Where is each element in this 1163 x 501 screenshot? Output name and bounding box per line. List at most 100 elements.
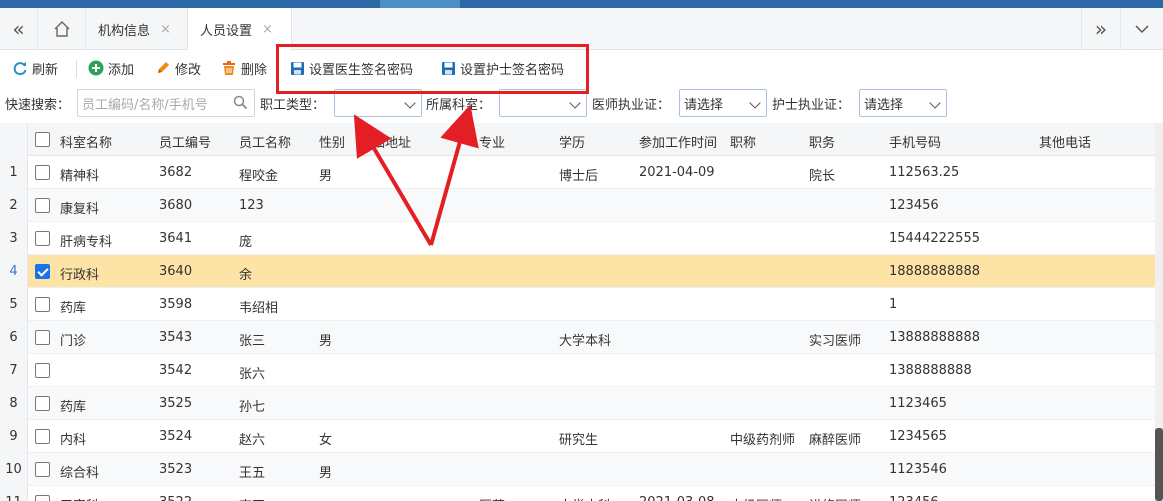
job-type-label: 职工类型： — [260, 98, 326, 113]
row-checkbox[interactable] — [35, 264, 50, 279]
delete-button[interactable]: 删除 — [221, 56, 267, 80]
col-header[interactable]: 性别 — [319, 132, 345, 151]
cell-id: 3598 — [159, 297, 193, 312]
table-row[interactable]: 1 精神科 3682 程咬金 男 博士后 2021-04-09 院长 112563.25 — [0, 156, 1155, 189]
col-header[interactable]: 参加工作时间 — [639, 132, 717, 151]
cell-name: 李四 — [239, 495, 265, 501]
tab-org-info[interactable]: 机构信息 × — [86, 8, 188, 50]
table-row[interactable]: 2 康复科 3680 123 123456 — [0, 189, 1155, 222]
top-bar-highlight — [380, 0, 460, 8]
doctor-cert-label: 医师执业证： — [592, 98, 671, 113]
col-header[interactable]: 其他电话 — [1039, 132, 1091, 151]
cell-id: 3523 — [159, 462, 193, 477]
col-header[interactable]: 学历 — [559, 132, 585, 151]
col-header[interactable]: 手机号码 — [889, 132, 941, 151]
delete-label: 删除 — [241, 62, 268, 78]
cell-phone: 123456 — [889, 495, 939, 501]
nurse-cert-select[interactable]: 请选择 — [859, 89, 947, 117]
select-all-checkbox[interactable] — [35, 132, 50, 147]
cell-dept: 肝病专科 — [60, 235, 113, 250]
cell-edu: 大学本科 — [559, 495, 611, 501]
row-checkbox[interactable] — [35, 429, 50, 444]
row-checkbox[interactable] — [35, 330, 50, 345]
cell-id: 3524 — [159, 429, 193, 444]
tabs-next-icon[interactable]: » — [1081, 8, 1121, 50]
app-top-bar — [0, 0, 1163, 8]
toolbar-divider — [76, 60, 77, 78]
row-checkbox[interactable] — [35, 495, 50, 501]
table-row[interactable]: 3 肝病专科 3641 庞 15444222555 — [0, 222, 1155, 255]
table-row[interactable]: 8 药库 3525 孙七 1123465 — [0, 387, 1155, 420]
col-header[interactable]: 职称 — [730, 132, 756, 151]
chevron-down-icon — [749, 97, 761, 109]
cell-phone: 1123465 — [889, 396, 947, 411]
col-header[interactable]: 专业 — [479, 132, 505, 151]
row-checkbox[interactable] — [35, 396, 50, 411]
col-header[interactable]: 员工名称 — [239, 132, 291, 151]
chevron-down-icon — [569, 97, 581, 109]
cell-phone: 1 — [889, 297, 898, 312]
cell-phone: 1388888888 — [889, 363, 972, 378]
table-row[interactable]: 7 3542 张六 1388888888 — [0, 354, 1155, 387]
cell-start: 2021-04-09 — [639, 165, 715, 180]
cell-title: 中级药剂师 — [730, 433, 796, 448]
col-header[interactable]: 科室名称 — [60, 132, 112, 151]
cell-name: 韦绍相 — [239, 301, 279, 316]
tabs-menu-chevron-icon[interactable] — [1121, 8, 1163, 50]
refresh-label: 刷新 — [32, 62, 59, 78]
row-checkbox[interactable] — [35, 462, 50, 477]
row-checkbox[interactable] — [35, 231, 50, 246]
cell-phone: 123456 — [889, 198, 939, 213]
add-button[interactable]: 添加 — [88, 56, 134, 80]
quick-search-label: 快速搜索： — [5, 98, 71, 113]
col-header[interactable]: 职务 — [809, 132, 835, 151]
row-checkbox[interactable] — [35, 363, 50, 378]
tabs-prev-icon[interactable]: « — [0, 8, 38, 50]
cell-name: 余 — [239, 268, 253, 283]
row-number: 5 — [0, 288, 28, 321]
tab-close-icon[interactable]: × — [160, 22, 171, 37]
search-icon[interactable] — [233, 95, 248, 114]
table-row[interactable]: 4 行政科 3640 余 18888888888 — [0, 255, 1155, 288]
vertical-scrollbar[interactable] — [1155, 123, 1163, 501]
doctor-cert-select[interactable]: 请选择 — [679, 89, 767, 117]
cell-phone: 112563.25 — [889, 165, 960, 180]
cell-post: 院长 — [809, 169, 836, 184]
cell-id: 3525 — [159, 396, 193, 411]
cell-name: 程咬金 — [239, 169, 279, 184]
search-input[interactable]: 员工编码/名称/手机号 — [77, 89, 255, 117]
edit-button[interactable]: 修改 — [155, 56, 201, 80]
row-checkbox[interactable] — [35, 297, 50, 312]
row-number-header — [0, 123, 28, 156]
cell-phone: 15444222555 — [889, 231, 980, 246]
table-row[interactable]: 6 门诊 3543 张三 男 大学本科 实习医师 13888888888 — [0, 321, 1155, 354]
cell-name: 孙七 — [239, 400, 266, 415]
cell-id: 3682 — [159, 165, 193, 180]
table-row[interactable]: 5 药库 3598 韦绍相 1 — [0, 288, 1155, 321]
tab-close-icon[interactable]: × — [262, 22, 273, 37]
row-checkbox[interactable] — [35, 165, 50, 180]
row-number: 7 — [0, 354, 28, 387]
table-row[interactable]: 11 五官科 3522 李四 医药 大学本科 2021-03-08 中级医师 进修医师 12345… — [0, 486, 1155, 501]
col-header[interactable]: 详细地址 — [359, 132, 411, 151]
cell-edu: 大学本科 — [559, 334, 612, 349]
tab-label: 人员设置 — [200, 24, 253, 39]
cell-post: 麻醉医师 — [809, 433, 862, 448]
refresh-button[interactable]: 刷新 — [12, 56, 58, 80]
row-number: 11 — [0, 486, 28, 501]
table-row[interactable]: 9 内科 3524 赵六 女 研究生 中级药剂师 麻醉医师 1234565 — [0, 420, 1155, 453]
trash-icon — [221, 60, 237, 76]
table-row[interactable]: 10 综合科 3523 王五 男 1123546 — [0, 453, 1155, 486]
row-number: 2 — [0, 189, 28, 222]
row-checkbox[interactable] — [35, 198, 50, 213]
cell-major: 医药 — [479, 495, 505, 501]
cell-edu: 研究生 — [559, 433, 599, 448]
cell-id: 3641 — [159, 231, 193, 246]
chevron-down-icon — [929, 97, 941, 109]
home-icon[interactable] — [38, 8, 86, 50]
cell-phone: 1234565 — [889, 429, 947, 444]
cell-start: 2021-03-08 — [639, 495, 715, 501]
row-number: 9 — [0, 420, 28, 453]
col-header[interactable]: 员工编号 — [159, 132, 211, 151]
scrollbar-thumb[interactable] — [1155, 428, 1163, 501]
